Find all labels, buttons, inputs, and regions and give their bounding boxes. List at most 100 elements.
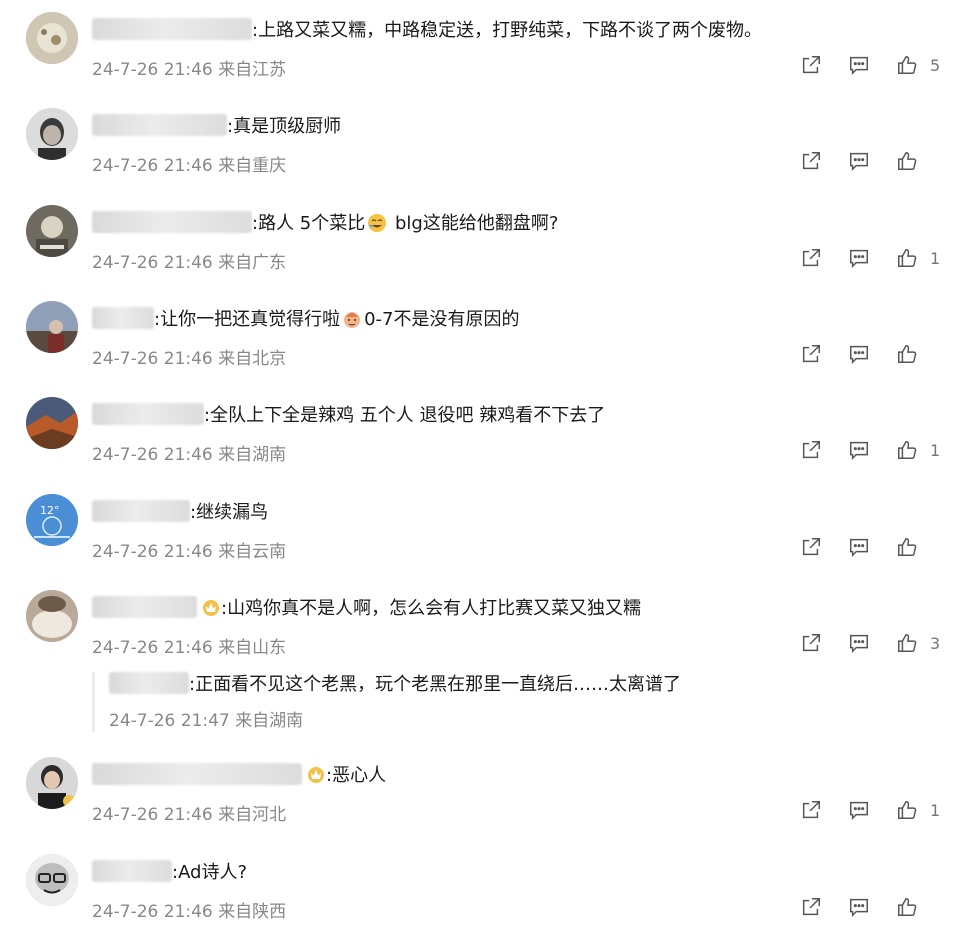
comment-text-line: :让你一把还真觉得行啦 0-7不是没有原因的 bbox=[92, 307, 519, 333]
share-icon bbox=[802, 441, 820, 459]
like-button[interactable] bbox=[894, 894, 942, 920]
avatar[interactable] bbox=[26, 108, 78, 160]
reply-button[interactable] bbox=[846, 148, 872, 174]
comment-location: 来自湖南 bbox=[218, 445, 287, 465]
comment-meta: 24-7-26 21:46 来自江苏 bbox=[92, 55, 286, 80]
share-icon bbox=[802, 56, 820, 74]
like-icon-wrap bbox=[894, 797, 920, 823]
share-button[interactable] bbox=[798, 148, 824, 174]
like-button[interactable] bbox=[894, 148, 942, 174]
avatar[interactable] bbox=[26, 854, 78, 906]
comment-text: :Ad诗人? bbox=[172, 862, 248, 883]
like-count: 1 bbox=[930, 800, 941, 820]
comment-actions bbox=[776, 341, 942, 367]
avatar[interactable] bbox=[26, 12, 78, 64]
comment-time: 24-7-26 21:46 bbox=[92, 349, 213, 369]
comment-location: 来自云南 bbox=[218, 542, 287, 562]
share-button[interactable] bbox=[798, 894, 824, 920]
share-icon bbox=[802, 634, 820, 652]
share-button[interactable] bbox=[798, 534, 824, 560]
like-button[interactable] bbox=[894, 534, 942, 560]
comment-meta: 24-7-26 21:46 来自北京 bbox=[92, 344, 286, 369]
blurred-username[interactable] bbox=[92, 18, 252, 40]
comment-actions bbox=[776, 894, 942, 920]
share-icon bbox=[802, 538, 820, 556]
avatar[interactable]: 12° bbox=[26, 494, 78, 546]
reply-meta: 24-7-26 21:47 来自湖南 bbox=[109, 706, 303, 731]
share-button[interactable] bbox=[798, 437, 824, 463]
comment-location: 来自江苏 bbox=[218, 60, 287, 80]
avatar[interactable] bbox=[26, 757, 78, 809]
comment-time: 24-7-26 21:46 bbox=[92, 60, 213, 80]
comment-icon bbox=[850, 441, 868, 461]
share-button[interactable] bbox=[798, 630, 824, 656]
blurred-username[interactable] bbox=[92, 763, 302, 785]
comment-feed: :上路又菜又糯，中路稳定送，打野纯菜，下路不谈了两个废物。 24-7-26 21… bbox=[0, 0, 960, 936]
comment-time: 24-7-26 21:46 bbox=[92, 156, 213, 176]
comment-icon bbox=[850, 898, 868, 918]
blurred-username[interactable] bbox=[109, 672, 189, 694]
comment-text: :路人 5个菜比 bbox=[252, 213, 366, 234]
reply-button[interactable] bbox=[846, 341, 872, 367]
blurred-username[interactable] bbox=[92, 211, 252, 233]
share-icon bbox=[802, 801, 820, 819]
blurred-username[interactable] bbox=[92, 114, 227, 136]
like-icon-wrap bbox=[894, 630, 920, 656]
share-button[interactable] bbox=[798, 245, 824, 271]
comment-meta: 24-7-26 21:46 来自广东 bbox=[92, 248, 286, 273]
like-count: 1 bbox=[930, 248, 941, 268]
share-button[interactable] bbox=[798, 341, 824, 367]
like-icon-wrap bbox=[894, 245, 920, 271]
comment-text-line: :恶心人 bbox=[92, 763, 386, 789]
comment-location: 来自北京 bbox=[218, 349, 287, 369]
like-count: 1 bbox=[930, 440, 941, 460]
comment-actions: 3 bbox=[776, 630, 942, 656]
like-icon bbox=[898, 441, 917, 459]
like-icon bbox=[898, 538, 917, 556]
comment-time: 24-7-26 21:46 bbox=[92, 902, 213, 922]
reply-button[interactable] bbox=[846, 534, 872, 560]
reply-button[interactable] bbox=[846, 630, 872, 656]
like-button[interactable]: 1 bbox=[894, 797, 942, 823]
avatar[interactable] bbox=[26, 397, 78, 449]
comment-text-line: :全队上下全是辣鸡 五个人 退役吧 辣鸡看不下去了 bbox=[92, 403, 605, 429]
blurred-username[interactable] bbox=[92, 403, 204, 425]
like-icon bbox=[898, 898, 917, 916]
blurred-username[interactable] bbox=[92, 307, 154, 329]
blurred-username[interactable] bbox=[92, 860, 172, 882]
comment-actions bbox=[776, 534, 942, 560]
like-icon-wrap bbox=[894, 52, 920, 78]
like-button[interactable]: 3 bbox=[894, 630, 942, 656]
crown-badge-icon bbox=[308, 767, 324, 783]
reply-button[interactable] bbox=[846, 52, 872, 78]
reply-button[interactable] bbox=[846, 894, 872, 920]
blurred-username[interactable] bbox=[92, 500, 190, 522]
avatar[interactable] bbox=[26, 590, 78, 642]
comment-time: 24-7-26 21:46 bbox=[92, 445, 213, 465]
share-button[interactable] bbox=[798, 52, 824, 78]
comment-text: blg这能给他翻盘啊? bbox=[389, 213, 559, 234]
like-icon-wrap bbox=[894, 437, 920, 463]
reply-button[interactable] bbox=[846, 245, 872, 271]
comment-icon bbox=[850, 152, 868, 172]
blurred-username[interactable] bbox=[92, 596, 197, 618]
like-button[interactable]: 5 bbox=[894, 52, 942, 78]
comment-time: 24-7-26 21:46 bbox=[92, 542, 213, 562]
like-button[interactable]: 1 bbox=[894, 245, 942, 271]
like-button[interactable]: 1 bbox=[894, 437, 942, 463]
comment-text: :全队上下全是辣鸡 五个人 退役吧 辣鸡看不下去了 bbox=[204, 405, 606, 426]
reply-button[interactable] bbox=[846, 437, 872, 463]
comment-text: :上路又菜又糯，中路稳定送，打野纯菜，下路不谈了两个废物。 bbox=[252, 20, 763, 41]
comment-location: 来自重庆 bbox=[218, 156, 287, 176]
like-button[interactable] bbox=[894, 341, 942, 367]
comment-icon bbox=[850, 801, 868, 821]
share-button[interactable] bbox=[798, 797, 824, 823]
reply-button[interactable] bbox=[846, 797, 872, 823]
comment-text: 0-7不是没有原因的 bbox=[364, 309, 520, 330]
avatar[interactable] bbox=[26, 301, 78, 353]
like-icon-wrap bbox=[894, 341, 920, 367]
like-icon bbox=[898, 249, 917, 267]
comment-text-line: :继续漏鸟 bbox=[92, 500, 268, 526]
avatar[interactable] bbox=[26, 205, 78, 257]
share-icon bbox=[802, 345, 820, 363]
